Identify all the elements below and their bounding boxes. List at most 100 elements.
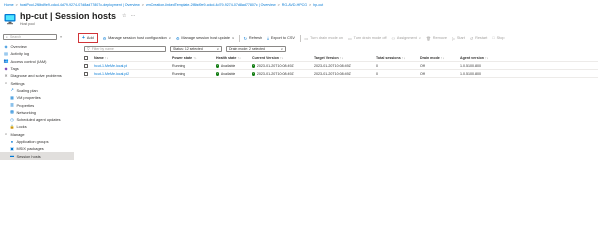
breadcrumb-host-pool[interactable]: hp-cut (313, 3, 323, 11)
drain-on-button[interactable]: ▭ Turn drain mode on (304, 36, 343, 41)
sidebar-item-overview[interactable]: ◈ Overview (0, 43, 74, 50)
sidebar-item-settings[interactable]: ∨ Settings (0, 79, 74, 86)
pin-icon[interactable]: ☆ (122, 13, 126, 19)
sidebar-item-label: Scheduled agent updates (16, 117, 61, 123)
export-csv-button[interactable]: ⤓ Export to CSV (267, 36, 295, 40)
drain-off-label: Turn drain mode off (353, 36, 387, 40)
session-hosts-table: Name ↑↓ Power state ↑↓ Health state ↑↓ Current… (84, 54, 598, 78)
drain-off-button[interactable]: ▭ Turn drain mode off (348, 36, 387, 41)
sidebar-item-access-control-iam[interactable]: 👥 Access control (IAM) (0, 58, 74, 65)
breadcrumb-resource-group[interactable]: RG-AVD-HPCG (282, 3, 307, 11)
manage-update-button[interactable]: ⚙ Manage session host update ∨ (176, 36, 234, 41)
breadcrumb-home[interactable]: Home (4, 3, 14, 11)
activity-log-icon: ▤ (4, 50, 8, 56)
sidebar-item-properties[interactable]: ▥ Properties (0, 101, 74, 108)
sort-icon[interactable]: ↑↓ (280, 56, 284, 60)
assignment-button[interactable]: ⚇ Assignment ∨ (392, 36, 421, 41)
remove-button[interactable]: 🗑 Remove (426, 36, 447, 41)
download-icon: ⤓ (267, 36, 269, 40)
sidebar-item-label: Manage (10, 131, 25, 137)
vm-properties-icon: ▦ (10, 94, 14, 100)
column-header[interactable]: Name ↑↓ (94, 54, 108, 62)
cell-value: Off (420, 72, 425, 76)
sidebar-item-manage[interactable]: ∨ Manage (0, 131, 74, 138)
sort-icon[interactable]: ↑↓ (485, 56, 489, 60)
chevron-down-icon: ∨ (216, 47, 219, 51)
sort-icon[interactable]: ↑↓ (105, 56, 109, 60)
breadcrumb-deployment[interactable]: hostPool-2f8bd9e9-cdcd-4d79-9274-07d8ad7… (20, 3, 140, 11)
breadcrumb-separator: > (141, 3, 144, 7)
status-filter[interactable]: Status: 12 selected ∨ (170, 46, 222, 52)
sidebar-item-scaling-plan[interactable]: ↗ Scaling plan (0, 87, 74, 94)
table-row[interactable]: hcut-1.MeMe.local.pl Running ✓ Available ✓ 20… (84, 62, 598, 70)
clock-icon: ◷ (10, 116, 14, 122)
stop-button[interactable]: □ Stop (492, 36, 504, 40)
column-header[interactable]: Health state ↑↓ (216, 54, 241, 62)
row-checkbox[interactable] (84, 64, 88, 68)
stop-icon: □ (492, 36, 495, 40)
column-header[interactable]: Power state ↑↓ (172, 54, 197, 62)
sidebar-item-label: Networking (16, 109, 36, 115)
column-header-label: Drain mode (420, 56, 440, 60)
sidebar-item-diagnose-and-solve-problems[interactable]: ✕ Diagnose and solve problems (0, 72, 74, 79)
restart-button[interactable]: ↺ Restart (470, 36, 487, 41)
column-header[interactable]: Drain mode ↑↓ (420, 54, 444, 62)
sort-icon[interactable]: ↑↓ (237, 56, 241, 60)
sidebar-item-scheduled-agent-updates[interactable]: ◷ Scheduled agent updates (0, 116, 74, 123)
sidebar-collapse-icon[interactable]: « (60, 34, 62, 39)
session-host-link[interactable]: hcut-1.MeMe.local.pl2 (94, 72, 129, 76)
sidebar-item-tags[interactable]: ◆ Tags (0, 65, 74, 72)
column-header[interactable]: Current Version ↑↓ (252, 54, 284, 62)
column-header[interactable]: Target Version ↑↓ (314, 54, 343, 62)
networking-icon: ▩ (10, 109, 14, 115)
toolbar-divider (239, 34, 240, 42)
breadcrumb-separator: > (309, 3, 312, 7)
sort-icon[interactable]: ↑↓ (193, 56, 197, 60)
sidebar-item-vm-properties[interactable]: ▦ VM properties (0, 94, 74, 101)
cell-sessions: 0 (376, 62, 378, 70)
sort-icon[interactable]: ↑↓ (340, 56, 344, 60)
sort-icon[interactable]: ↑↓ (441, 56, 445, 60)
sidebar-search-input[interactable]: ⌕ Search (3, 34, 57, 40)
refresh-button[interactable]: ↻ Refresh (244, 36, 262, 41)
refresh-label: Refresh (248, 36, 263, 40)
start-button[interactable]: ▷ Start (452, 36, 465, 41)
name-filter-input[interactable]: ▽ Filter by name (84, 46, 166, 52)
cell-current: ✓ 2023-01-20T10:08:49Z (252, 62, 294, 70)
column-header[interactable]: Agent version ↑↓ (460, 54, 489, 62)
sidebar-item-activity-log[interactable]: ▤ Activity log (0, 50, 74, 57)
wrench-icon: ✕ (4, 72, 8, 78)
select-all-checkbox[interactable] (84, 56, 88, 60)
sort-icon[interactable]: ↑↓ (402, 56, 406, 60)
chevron-down-icon: ∨ (231, 36, 235, 40)
cell-value: 2023-01-20T10:08:49Z (256, 72, 294, 76)
iam-icon: 👥 (3, 58, 9, 64)
row-checkbox[interactable] (84, 72, 88, 76)
sidebar-item-session-hosts[interactable]: ▬ Session hosts (0, 152, 74, 160)
add-button[interactable]: + Add (78, 33, 98, 43)
cell-value: Off (420, 64, 425, 68)
table-row[interactable]: hcut-1.MeMe.local.pl2 Running ✓ Available ✓ 2… (84, 70, 598, 78)
drain-mode-filter[interactable]: Drain mode: 2 selected ∨ (226, 46, 286, 52)
properties-icon: ▥ (10, 102, 14, 108)
session-host-link[interactable]: hcut-1.MeMe.local.pl (94, 64, 127, 68)
breadcrumb-vm-creation[interactable]: vmCreation-linkedTemplate-2f8bd9e9-cdcd-… (146, 3, 276, 11)
sidebar-item-label: MSIX packages (16, 146, 44, 152)
more-icon[interactable]: ··· (131, 13, 136, 19)
drain-filter-value: Drain mode: 2 selected (229, 47, 265, 51)
cell-value: Running (172, 64, 186, 68)
plus-icon: + (82, 35, 85, 41)
cell-drain: Off (420, 62, 425, 70)
overview-icon: ◈ (4, 43, 8, 49)
sidebar-item-label: Scaling plan (16, 87, 38, 93)
sidebar-item-networking[interactable]: ▩ Networking (0, 109, 74, 116)
sidebar-item-msix-packages[interactable]: ▣ MSIX packages (0, 145, 74, 152)
sidebar-item-label: Settings (10, 80, 25, 86)
toolbar-divider (299, 34, 301, 42)
column-header[interactable]: Total sessions ↑↓ (376, 54, 405, 62)
app-groups-icon: ● (10, 138, 14, 144)
sidebar-item-application-groups[interactable]: ● Application groups (0, 138, 74, 145)
manage-config-button[interactable]: ⚙ Manage session host configuration ∨ (103, 36, 171, 41)
sidebar-item-locks[interactable]: 🔒 Locks (0, 123, 74, 130)
sidebar-item-label: Application groups (16, 139, 49, 144)
